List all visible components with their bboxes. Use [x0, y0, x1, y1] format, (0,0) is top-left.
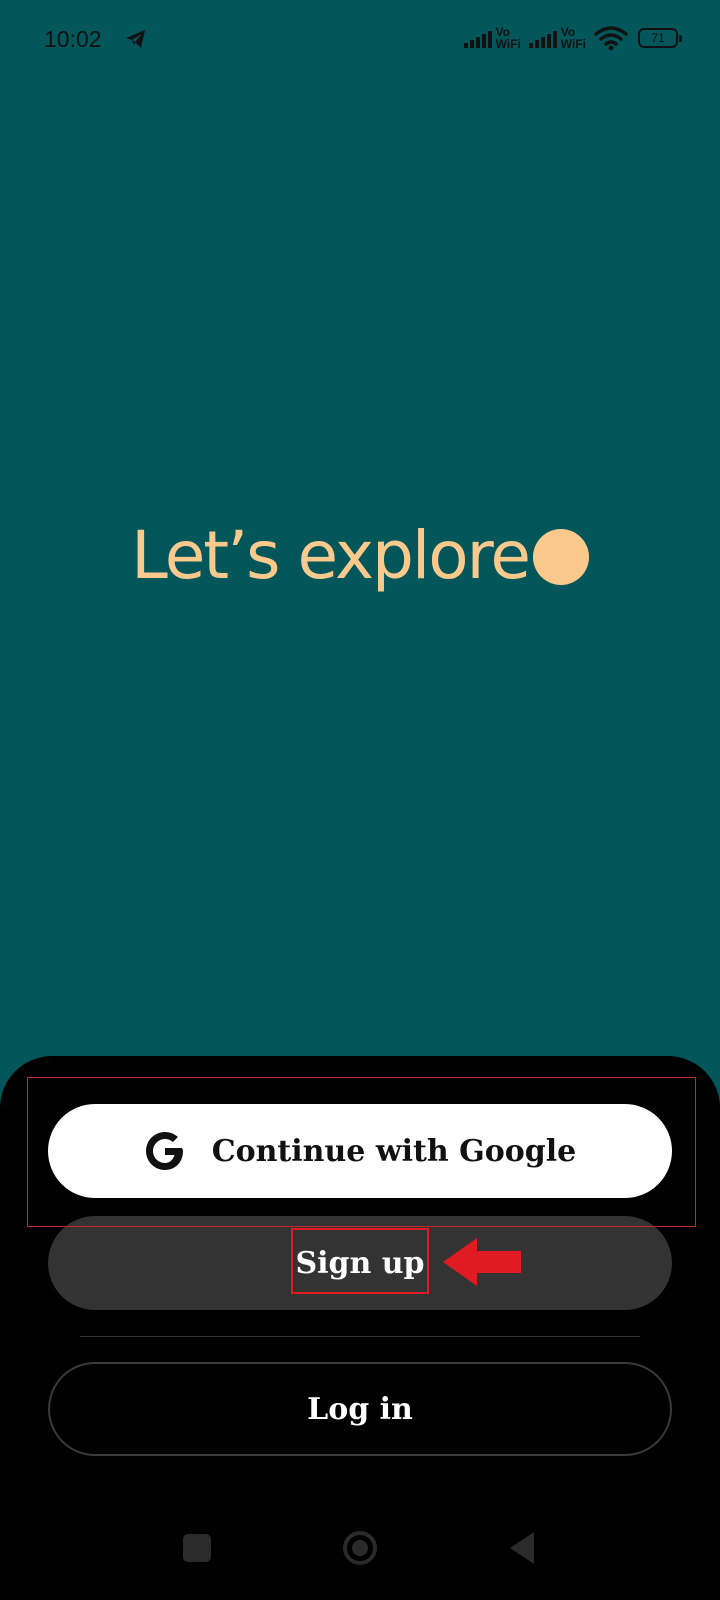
recent-apps-icon[interactable]: [183, 1534, 211, 1562]
arrow-left-icon: [443, 1238, 521, 1286]
vowifi-label: Vo WiFi: [495, 25, 521, 51]
log-in-label: Log in: [307, 1391, 413, 1427]
annotation-highlight-google: [27, 1077, 696, 1227]
status-bar: 10:02 Vo WiFi Vo WiFi 71: [0, 0, 720, 80]
wifi-icon: [594, 26, 628, 51]
status-time: 10:02: [44, 26, 102, 52]
annotation-highlight-signup: [291, 1228, 429, 1294]
vowifi-label: Vo WiFi: [560, 25, 586, 51]
signal-icon: [528, 28, 557, 48]
hero-title: Let’s explore: [131, 516, 531, 594]
status-indicators: Vo WiFi Vo WiFi 71: [463, 22, 682, 54]
hero-dot-icon: [532, 529, 589, 585]
signal-icon: [463, 28, 492, 48]
home-icon[interactable]: [342, 1530, 378, 1566]
log-in-button[interactable]: Log in: [48, 1362, 672, 1456]
navigation-bar: [0, 1510, 720, 1600]
welcome-screen: 10:02 Vo WiFi Vo WiFi 71 Let’s explore C…: [0, 0, 720, 1600]
back-icon[interactable]: [508, 1530, 536, 1566]
telegram-icon: [126, 30, 145, 48]
divider: [80, 1336, 640, 1337]
hero: Let’s explore: [0, 505, 720, 605]
battery-icon: 71: [638, 28, 682, 48]
